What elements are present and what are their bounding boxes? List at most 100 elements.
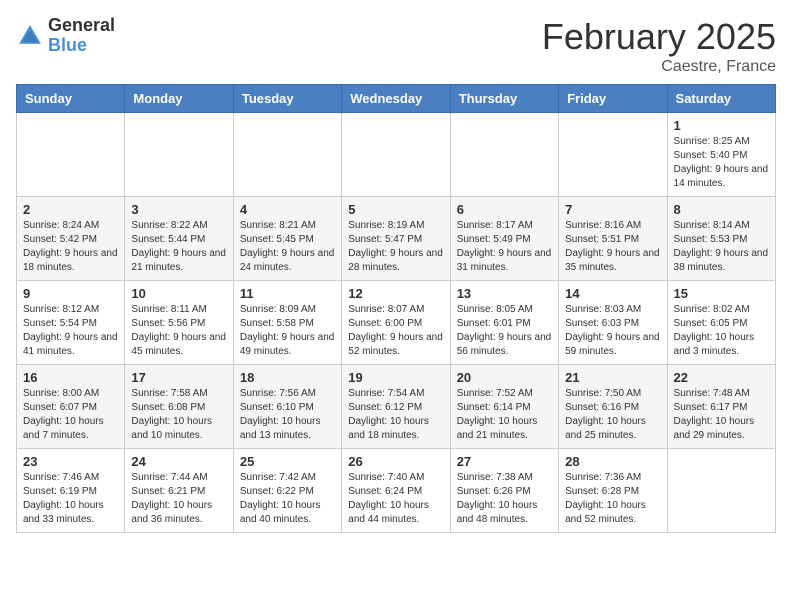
day-number: 2 [23, 202, 118, 217]
calendar-cell: 25 Sunrise: 7:42 AM Sunset: 6:22 PM Dayli… [233, 449, 341, 533]
calendar-cell: 14 Sunrise: 8:03 AM Sunset: 6:03 PM Dayli… [559, 281, 667, 365]
calendar-cell: 8 Sunrise: 8:14 AM Sunset: 5:53 PM Daylig… [667, 197, 775, 281]
calendar-cell: 20Sunrise: 7:52 AM Sunset: 6:14 PM Dayli… [450, 365, 558, 449]
day-number: 12 [348, 286, 443, 301]
calendar-week-row: 23 Sunrise: 7:46 AM Sunset: 6:19 PM Dayli… [17, 449, 776, 533]
day-number: 6 [457, 202, 552, 217]
weekday-header: Thursday [450, 85, 558, 113]
calendar-table: SundayMondayTuesdayWednesdayThursdayFrid… [16, 84, 776, 533]
day-info: Sunrise: 8:12 AM Sunset: 5:54 PM Dayligh… [23, 303, 118, 359]
day-number: 9 [23, 286, 118, 301]
day-number: 18 [240, 370, 335, 385]
calendar-cell: 2 Sunrise: 8:24 AM Sunset: 5:42 PM Daylig… [17, 197, 125, 281]
day-number: 23 [23, 454, 118, 469]
day-number: 7 [565, 202, 660, 217]
day-info: Sunrise: 8:19 AM Sunset: 5:47 PM Dayligh… [348, 219, 443, 275]
day-number: 22 [674, 370, 769, 385]
calendar-cell: 1 Sunrise: 8:25 AM Sunset: 5:40 PM Daylig… [667, 113, 775, 197]
day-number: 10 [131, 286, 226, 301]
day-info: Sunrise: 8:25 AM Sunset: 5:40 PM Dayligh… [674, 135, 769, 191]
calendar-cell: 12 Sunrise: 8:07 AM Sunset: 6:00 PM Dayli… [342, 281, 450, 365]
day-number: 26 [348, 454, 443, 469]
calendar-header-row: SundayMondayTuesdayWednesdayThursdayFrid… [17, 85, 776, 113]
calendar-cell: 5 Sunrise: 8:19 AM Sunset: 5:47 PM Daylig… [342, 197, 450, 281]
day-info: Sunrise: 7:54 AM Sunset: 6:12 PM Dayligh… [348, 387, 443, 443]
calendar-cell: 19 Sunrise: 7:54 AM Sunset: 6:12 PM Dayli… [342, 365, 450, 449]
calendar-title: February 2025 [542, 16, 776, 58]
day-number: 11 [240, 286, 335, 301]
day-info: Sunrise: 8:22 AM Sunset: 5:44 PM Dayligh… [131, 219, 226, 275]
day-info: Sunrise: 7:44 AM Sunset: 6:21 PM Dayligh… [131, 471, 226, 527]
calendar-cell: 15 Sunrise: 8:02 AM Sunset: 6:05 PM Dayli… [667, 281, 775, 365]
day-number: 20 [457, 370, 552, 385]
calendar-cell: 13 Sunrise: 8:05 AM Sunset: 6:01 PM Dayli… [450, 281, 558, 365]
day-info: Sunrise: 8:03 AM Sunset: 6:03 PM Dayligh… [565, 303, 660, 359]
calendar-week-row: 9 Sunrise: 8:12 AM Sunset: 5:54 PM Daylig… [17, 281, 776, 365]
calendar-cell [233, 113, 341, 197]
day-info: Sunrise: 8:09 AM Sunset: 5:58 PM Dayligh… [240, 303, 335, 359]
calendar-cell: 28 Sunrise: 7:36 AM Sunset: 6:28 PM Dayli… [559, 449, 667, 533]
day-number: 1 [674, 118, 769, 133]
calendar-cell: 11 Sunrise: 8:09 AM Sunset: 5:58 PM Dayli… [233, 281, 341, 365]
weekday-header: Tuesday [233, 85, 341, 113]
day-number: 5 [348, 202, 443, 217]
calendar-cell: 3 Sunrise: 8:22 AM Sunset: 5:44 PM Daylig… [125, 197, 233, 281]
calendar-week-row: 2 Sunrise: 8:24 AM Sunset: 5:42 PM Daylig… [17, 197, 776, 281]
day-number: 16 [23, 370, 118, 385]
logo-text: General Blue [48, 16, 115, 56]
day-info: Sunrise: 7:42 AM Sunset: 6:22 PM Dayligh… [240, 471, 335, 527]
day-info: Sunrise: 8:07 AM Sunset: 6:00 PM Dayligh… [348, 303, 443, 359]
day-info: Sunrise: 7:56 AM Sunset: 6:10 PM Dayligh… [240, 387, 335, 443]
day-info: Sunrise: 7:48 AM Sunset: 6:17 PM Dayligh… [674, 387, 769, 443]
day-number: 14 [565, 286, 660, 301]
calendar-cell: 23 Sunrise: 7:46 AM Sunset: 6:19 PM Dayli… [17, 449, 125, 533]
day-info: Sunrise: 7:38 AM Sunset: 6:26 PM Dayligh… [457, 471, 552, 527]
day-number: 24 [131, 454, 226, 469]
day-number: 21 [565, 370, 660, 385]
calendar-cell: 24 Sunrise: 7:44 AM Sunset: 6:21 PM Dayli… [125, 449, 233, 533]
day-info: Sunrise: 7:40 AM Sunset: 6:24 PM Dayligh… [348, 471, 443, 527]
weekday-header: Saturday [667, 85, 775, 113]
day-number: 13 [457, 286, 552, 301]
title-block: February 2025 Caestre, France [542, 16, 776, 76]
calendar-cell [125, 113, 233, 197]
calendar-cell: 4Sunrise: 8:21 AM Sunset: 5:45 PM Daylig… [233, 197, 341, 281]
calendar-cell [667, 449, 775, 533]
day-number: 17 [131, 370, 226, 385]
logo: General Blue [16, 16, 115, 56]
calendar-cell: 10Sunrise: 8:11 AM Sunset: 5:56 PM Dayli… [125, 281, 233, 365]
day-number: 3 [131, 202, 226, 217]
calendar-cell [342, 113, 450, 197]
logo-blue: Blue [48, 36, 115, 56]
calendar-week-row: 1 Sunrise: 8:25 AM Sunset: 5:40 PM Daylig… [17, 113, 776, 197]
calendar-cell [17, 113, 125, 197]
calendar-cell [450, 113, 558, 197]
day-number: 28 [565, 454, 660, 469]
calendar-subtitle: Caestre, France [542, 58, 776, 76]
day-info: Sunrise: 7:58 AM Sunset: 6:08 PM Dayligh… [131, 387, 226, 443]
day-number: 19 [348, 370, 443, 385]
calendar-week-row: 16Sunrise: 8:00 AM Sunset: 6:07 PM Dayli… [17, 365, 776, 449]
day-info: Sunrise: 8:16 AM Sunset: 5:51 PM Dayligh… [565, 219, 660, 275]
day-info: Sunrise: 8:02 AM Sunset: 6:05 PM Dayligh… [674, 303, 769, 359]
day-info: Sunrise: 7:46 AM Sunset: 6:19 PM Dayligh… [23, 471, 118, 527]
day-number: 8 [674, 202, 769, 217]
day-info: Sunrise: 8:17 AM Sunset: 5:49 PM Dayligh… [457, 219, 552, 275]
logo-general: General [48, 16, 115, 36]
day-info: Sunrise: 8:21 AM Sunset: 5:45 PM Dayligh… [240, 219, 335, 275]
calendar-cell: 27Sunrise: 7:38 AM Sunset: 6:26 PM Dayli… [450, 449, 558, 533]
calendar-cell: 21 Sunrise: 7:50 AM Sunset: 6:16 PM Dayli… [559, 365, 667, 449]
day-info: Sunrise: 7:50 AM Sunset: 6:16 PM Dayligh… [565, 387, 660, 443]
calendar-cell: 9 Sunrise: 8:12 AM Sunset: 5:54 PM Daylig… [17, 281, 125, 365]
weekday-header: Friday [559, 85, 667, 113]
day-number: 25 [240, 454, 335, 469]
day-info: Sunrise: 8:14 AM Sunset: 5:53 PM Dayligh… [674, 219, 769, 275]
day-number: 15 [674, 286, 769, 301]
day-info: Sunrise: 8:24 AM Sunset: 5:42 PM Dayligh… [23, 219, 118, 275]
calendar-cell [559, 113, 667, 197]
weekday-header: Wednesday [342, 85, 450, 113]
page-header: General Blue February 2025 Caestre, Fran… [16, 16, 776, 76]
day-info: Sunrise: 7:36 AM Sunset: 6:28 PM Dayligh… [565, 471, 660, 527]
day-info: Sunrise: 8:05 AM Sunset: 6:01 PM Dayligh… [457, 303, 552, 359]
calendar-cell: 18 Sunrise: 7:56 AM Sunset: 6:10 PM Dayli… [233, 365, 341, 449]
